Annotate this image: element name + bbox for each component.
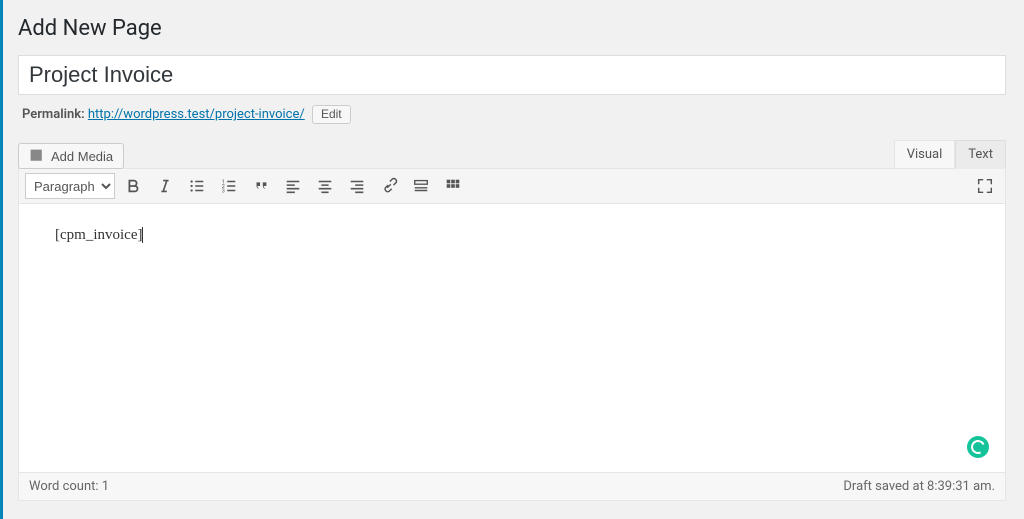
tab-text[interactable]: Text — [955, 140, 1006, 169]
media-icon — [29, 148, 45, 164]
align-left-button[interactable] — [279, 173, 307, 199]
add-media-button[interactable]: Add Media — [18, 143, 124, 169]
numbered-list-button[interactable]: 123 — [215, 173, 243, 199]
svg-text:3: 3 — [222, 188, 225, 194]
editor-tabs: Visual Text — [894, 140, 1006, 169]
read-more-button[interactable] — [407, 173, 435, 199]
editor-content[interactable]: [cpm_invoice] — [19, 204, 1005, 472]
grammarly-icon[interactable] — [967, 436, 989, 458]
admin-accent-edge — [0, 0, 3, 519]
draft-saved-status: Draft saved at 8:39:31 am. — [843, 479, 995, 494]
editor-status-bar: Word count: 1 Draft saved at 8:39:31 am. — [18, 473, 1006, 501]
word-count: Word count: 1 — [29, 479, 109, 494]
bold-button[interactable] — [119, 173, 147, 199]
edit-permalink-button[interactable]: Edit — [312, 105, 351, 124]
fullscreen-button[interactable] — [971, 173, 999, 199]
permalink-label: Permalink: — [22, 107, 85, 122]
editor-toolbar: Paragraph 123 — [19, 169, 1005, 204]
editor: Paragraph 123 [cpm_invoice] — [18, 168, 1006, 473]
bullet-list-button[interactable] — [183, 173, 211, 199]
permalink-url[interactable]: http://wordpress.test/project-invoice/ — [88, 107, 305, 122]
blockquote-button[interactable] — [247, 173, 275, 199]
italic-button[interactable] — [151, 173, 179, 199]
permalink-row: Permalink: http://wordpress.test/project… — [18, 95, 1006, 132]
add-media-label: Add Media — [51, 149, 113, 164]
align-right-button[interactable] — [343, 173, 371, 199]
format-select[interactable]: Paragraph — [25, 173, 115, 199]
link-button[interactable] — [375, 173, 403, 199]
align-center-button[interactable] — [311, 173, 339, 199]
toolbar-toggle-button[interactable] — [439, 173, 467, 199]
post-title-input[interactable] — [18, 55, 1006, 95]
content-text: [cpm_invoice] — [55, 227, 143, 243]
page-title: Add New Page — [18, 8, 1006, 55]
tab-visual[interactable]: Visual — [894, 140, 956, 169]
